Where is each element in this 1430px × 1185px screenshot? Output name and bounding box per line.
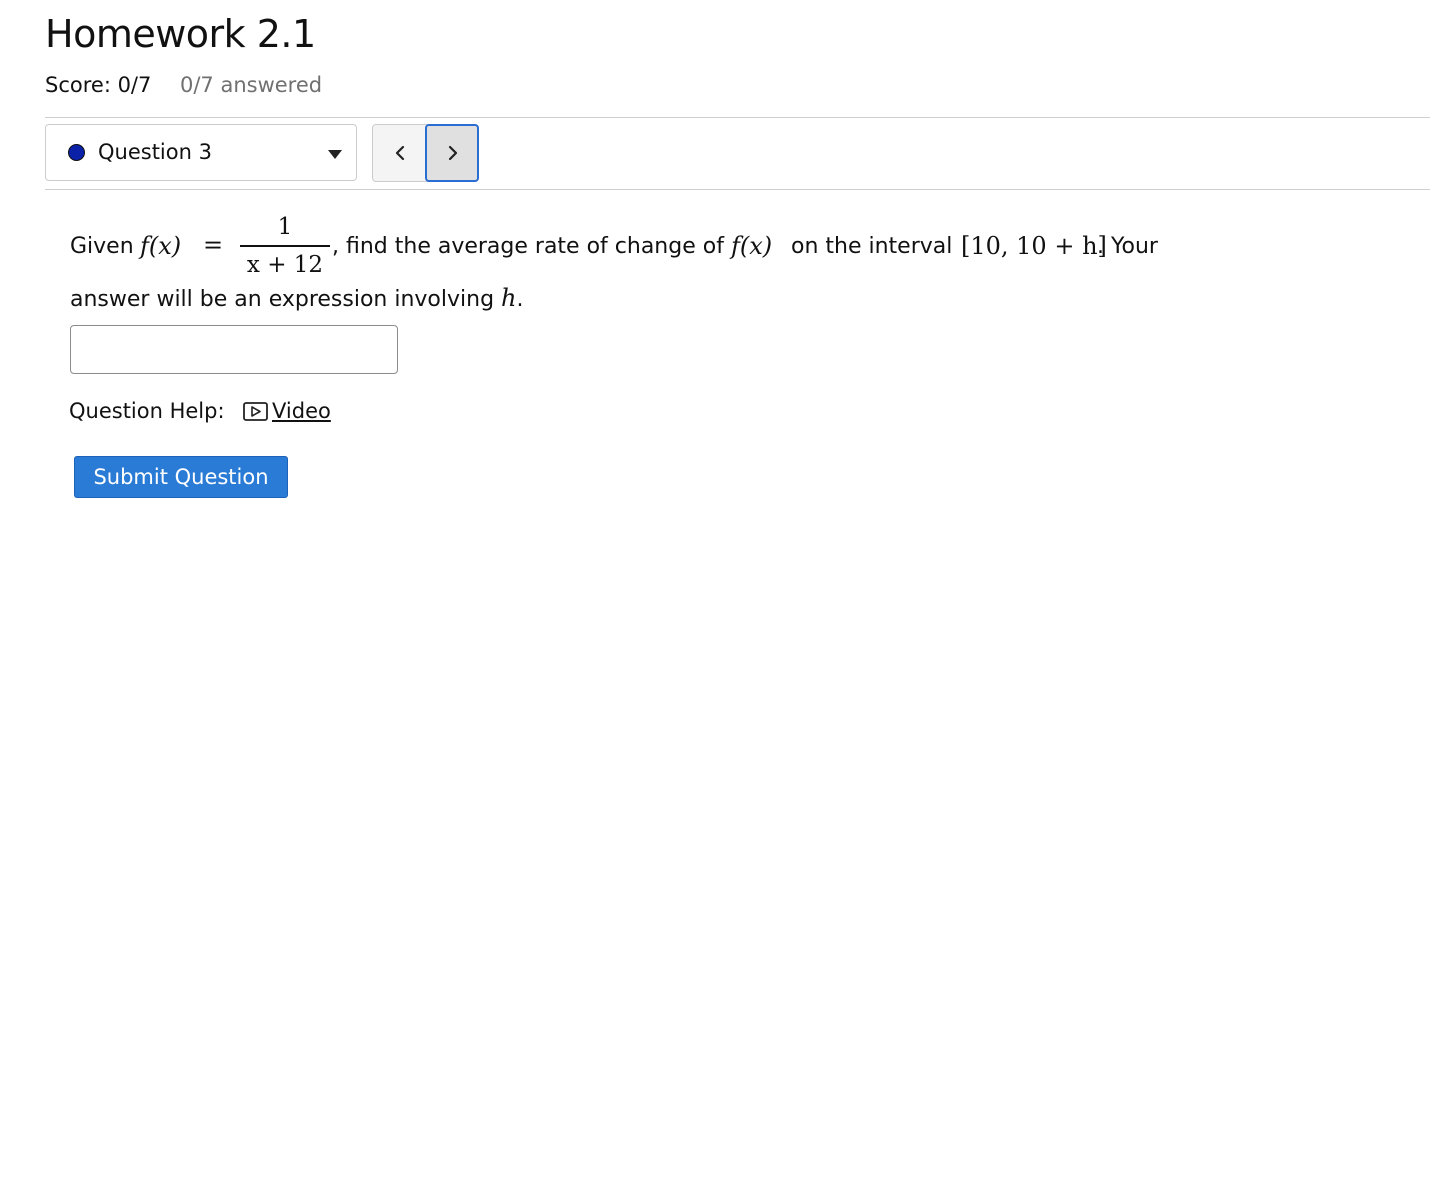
fraction-denominator: x + 12 <box>246 251 324 278</box>
fraction: 1 x + 12 <box>240 212 330 280</box>
divider-top <box>45 117 1430 118</box>
chevron-right-icon <box>448 145 458 161</box>
question-text-part2: on the interval <box>791 234 953 259</box>
answer-input[interactable] <box>70 325 398 374</box>
question-text-part1: , find the average rate of change of <box>332 234 724 259</box>
page-title: Homework 2.1 <box>45 12 316 56</box>
question-given: Given <box>70 234 134 259</box>
video-help-link[interactable]: Video <box>243 399 331 423</box>
question-nav-group <box>372 124 479 182</box>
fraction-bar <box>240 245 330 247</box>
question-text: Given f(x) = 1 x + 12 , find the average… <box>70 208 1190 312</box>
caret-down-icon <box>328 150 342 159</box>
question-period: . <box>516 287 524 312</box>
play-video-icon <box>243 402 268 421</box>
function-f-of-x-2: f(x) <box>731 232 773 260</box>
video-link-label: Video <box>272 399 331 423</box>
interval-expression: [10, 10 + h] <box>961 232 1107 260</box>
question-text-part4: answer will be an expression involving <box>70 287 495 312</box>
fraction-numerator: 1 <box>277 214 293 240</box>
score-text: Score: 0/7 <box>45 73 152 97</box>
equals-sign: = <box>203 231 224 259</box>
divider-bottom <box>45 189 1430 190</box>
function-f-of-x: f(x) <box>140 232 182 260</box>
answered-count: 0/7 answered <box>180 73 323 97</box>
homework-page: Homework 2.1 Score: 0/7 0/7 answered Que… <box>0 0 1430 1185</box>
question-line-2: answer will be an expression involving h… <box>70 284 524 312</box>
question-help-label: Question Help: <box>69 399 225 423</box>
submit-question-button[interactable]: Submit Question <box>74 456 288 498</box>
variable-h: h <box>501 284 517 312</box>
previous-question-button[interactable] <box>373 125 426 181</box>
question-select-label: Question 3 <box>98 140 212 164</box>
question-select[interactable]: Question 3 <box>45 124 357 181</box>
question-text-part3: . Your <box>1097 234 1158 259</box>
next-question-button[interactable] <box>425 124 479 182</box>
question-status-dot <box>68 144 85 161</box>
chevron-left-icon <box>395 145 405 161</box>
